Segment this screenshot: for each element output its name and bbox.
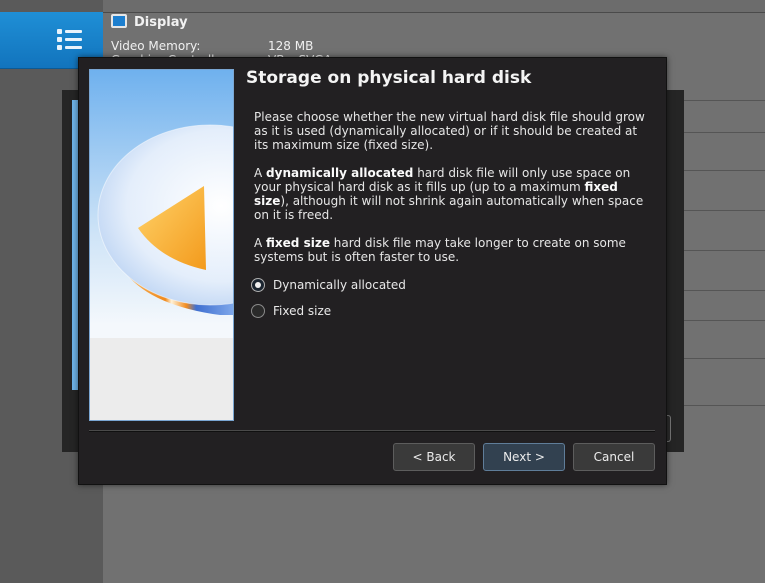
description-paragraph-2: A dynamically allocated hard disk file w… [254,166,644,222]
fixed-size-label[interactable]: Fixed size [273,304,331,318]
dynamically-allocated-radio[interactable] [251,278,265,292]
display-section-header[interactable]: Display [111,14,188,30]
display-section-title: Display [134,15,188,30]
video-memory-label: Video Memory: [111,39,201,53]
details-top-strip [103,0,765,13]
hard-disk-graphic [90,70,233,420]
button-separator [89,430,655,432]
create-virtual-hard-disk-dialog: Storage on physical hard disk Please cho… [78,57,667,485]
list-menu-icon [57,29,82,50]
back-button[interactable]: < Back [393,443,475,471]
monitor-icon [111,14,127,28]
next-button[interactable]: Next > [483,443,565,471]
description-text: Please choose whether the new virtual ha… [254,110,654,278]
fixed-size-option[interactable]: Fixed size [251,304,331,318]
cancel-button[interactable]: Cancel [573,443,655,471]
fixed-size-radio[interactable] [251,304,265,318]
description-paragraph-3: A fixed size hard disk file may take lon… [254,236,626,264]
video-memory-value: 128 MB [268,39,314,53]
page-title: Storage on physical hard disk [246,68,532,88]
wizard-watermark-image [89,69,234,421]
dynamically-allocated-label[interactable]: Dynamically allocated [273,278,406,292]
dynamically-allocated-option[interactable]: Dynamically allocated [251,278,406,292]
description-paragraph-1: Please choose whether the new virtual ha… [254,110,645,152]
